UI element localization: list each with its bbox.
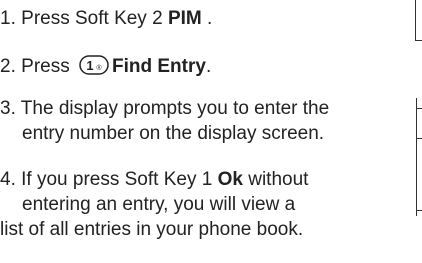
step-bold-label: PIM [167,8,202,29]
step-4: 4. If you press Soft Key 1 Ok without en… [0,167,308,242]
step-text-end: . [205,56,212,77]
divider [417,138,422,139]
step-text-end: . [201,8,213,29]
step-text-end: without [242,169,309,190]
cropped-screen-graphic [416,98,422,216]
step-bold-label: Ok [217,169,243,190]
step-text: If you press Soft Key 1 [21,169,218,190]
step-bold-label: Find Entry [112,56,206,77]
key-1-icon: 1 ® [79,55,109,75]
step-text: Press [21,56,75,77]
step-number: 1. [0,8,16,29]
divider [417,108,422,109]
step-line: entry number on the display screen. [22,123,325,144]
key-digit: 1 [86,58,93,73]
step-number: 4. [0,169,16,190]
step-number: 2. [0,56,16,77]
step-1: 1. Press Soft Key 2 PIM . [0,6,212,31]
step-text: Press Soft Key 2 [21,8,168,29]
step-3: 3. The display prompts you to enter the … [0,96,329,146]
step-line: The display prompts you to enter the [20,98,330,119]
svg-text:®: ® [96,64,102,72]
divider [417,210,422,211]
cropped-screen-graphic [415,0,422,41]
step-line: entering an entry, you will view a [22,194,296,215]
step-line: list of all entries in your phone book. [0,219,304,240]
step-2: 2. Press 1 ® Find Entry. [0,54,211,79]
step-number: 3. [0,98,16,119]
instruction-page: 1. Press Soft Key 2 PIM . 2. Press 1 ® F… [0,0,422,263]
